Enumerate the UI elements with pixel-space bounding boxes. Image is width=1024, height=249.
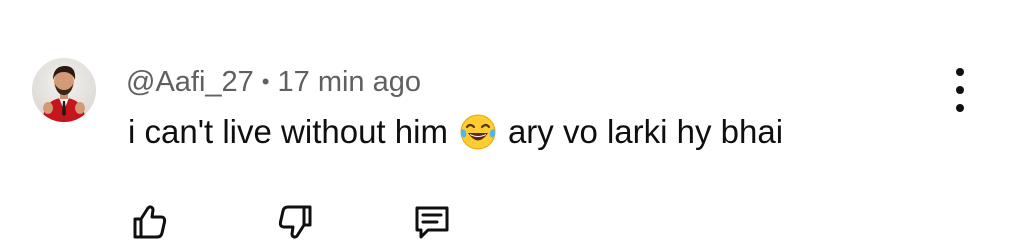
face-with-tears-of-joy-icon [458,112,498,152]
more-dot-middle [956,86,964,94]
more-options-button[interactable] [944,68,976,112]
thumbs-up-icon [133,205,167,239]
dislike-button[interactable] [272,198,320,246]
comment-reply-icon [415,206,449,239]
more-vertical-icon [956,68,964,76]
like-button[interactable] [125,198,173,246]
comment-timestamp[interactable]: 17 min ago [278,66,422,99]
comment-text: i can't live without him ary vo larki hy… [128,110,783,154]
reply-button[interactable] [408,198,456,246]
avatar-image [32,58,96,122]
thumbs-down-icon [278,205,312,239]
more-dot-bottom [956,104,964,112]
meta-separator: • [261,69,270,94]
avatar[interactable] [32,58,96,122]
comment-text-part-2: ary vo larki hy bhai [507,113,784,150]
comment-card: @Aafi_27 • 17 min ago i can't live witho… [0,0,1024,249]
comment-meta: @Aafi_27 • 17 min ago [126,64,421,100]
comment-text-part-1: i can't live without him [128,113,448,150]
author-handle[interactable]: @Aafi_27 [126,66,254,99]
